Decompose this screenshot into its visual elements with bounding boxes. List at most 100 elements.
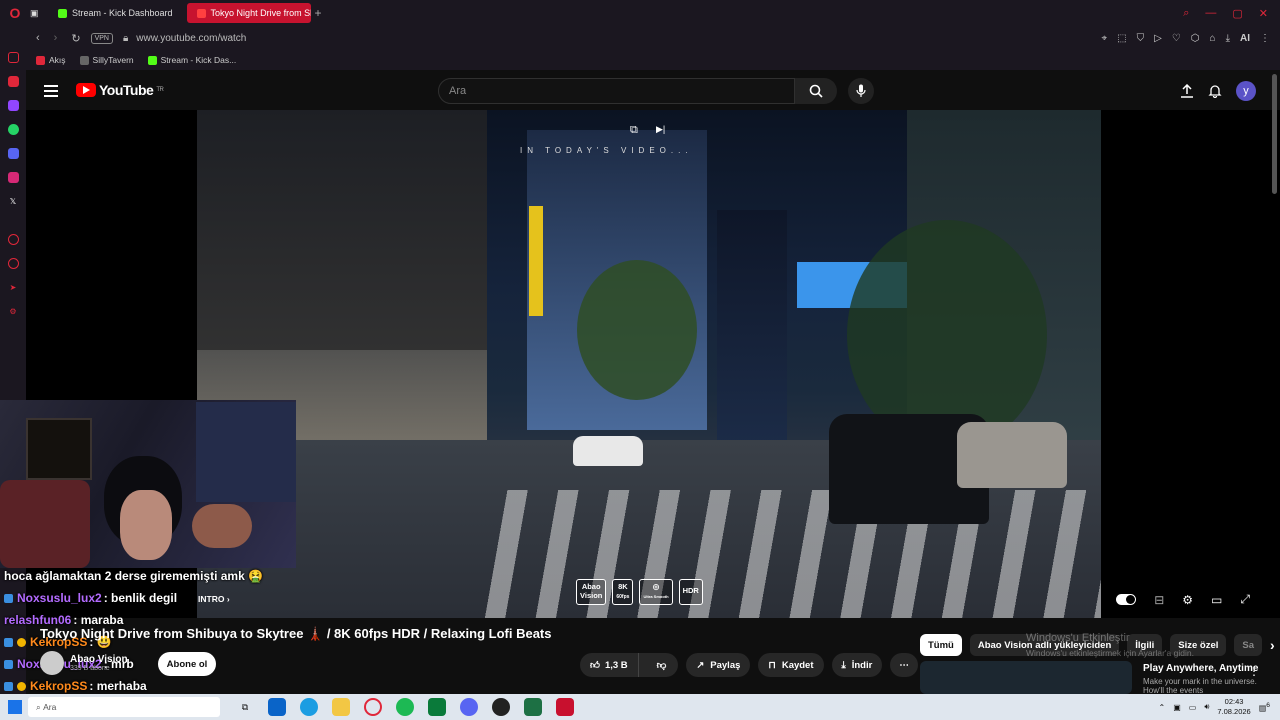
- notifications-bell-icon[interactable]: [1208, 84, 1222, 98]
- youtube-logo[interactable]: YouTube TR: [76, 82, 164, 98]
- theater-mode-icon[interactable]: ▭: [1211, 593, 1222, 607]
- chevron-right-icon[interactable]: ›: [1270, 637, 1275, 653]
- chip-more[interactable]: Sa: [1234, 634, 1263, 656]
- player-icon[interactable]: [7, 234, 19, 245]
- recommendation-thumbnail[interactable]: [920, 661, 1132, 694]
- snapshot-icon[interactable]: ⬚: [1117, 33, 1126, 44]
- channel-name[interactable]: Abao Vision: [70, 654, 128, 665]
- shield-icon[interactable]: ⛉: [1137, 33, 1145, 44]
- pin-icon[interactable]: ⌖: [1102, 33, 1108, 44]
- menu-icon[interactable]: ⋮: [1260, 33, 1270, 44]
- edge-icon[interactable]: [300, 698, 318, 716]
- history-icon[interactable]: [7, 258, 19, 269]
- tray-overflow-icon[interactable]: ⌃: [1158, 703, 1165, 712]
- spotify-icon[interactable]: [396, 698, 414, 716]
- video-tagline: IN TODAY'S VIDEO...: [520, 146, 693, 155]
- close-icon[interactable]: ✕: [1259, 7, 1268, 20]
- pinboard-icon[interactable]: [7, 52, 19, 63]
- volume-icon[interactable]: 🔊︎: [1204, 702, 1209, 712]
- tab-youtube-video[interactable]: Tokyo Night Drive from Shi: [186, 3, 311, 23]
- app-green-icon[interactable]: [428, 698, 446, 716]
- next-icon[interactable]: ▶|: [656, 124, 665, 135]
- channel-info[interactable]: Abao Vision 339 B abone: [40, 651, 128, 675]
- bookmark-kick[interactable]: Stream - Kick Das...: [147, 55, 236, 65]
- outlook-icon[interactable]: [268, 698, 286, 716]
- wallet-icon[interactable]: ⌂: [1210, 33, 1216, 44]
- task-view-icon[interactable]: ⧉: [236, 698, 254, 716]
- save-label: Kaydet: [781, 659, 814, 671]
- tab-ghost[interactable]: ▣: [30, 3, 44, 23]
- twitch-icon[interactable]: [7, 100, 19, 111]
- fullscreen-icon[interactable]: ⤢: [1240, 592, 1250, 607]
- subscribe-button[interactable]: Abone ol: [158, 652, 216, 676]
- reload-icon[interactable]: ↻: [71, 32, 80, 45]
- subtitles-icon[interactable]: ⊟: [1154, 593, 1164, 607]
- back-icon[interactable]: ‹: [36, 32, 40, 45]
- send-icon[interactable]: ➤: [8, 282, 19, 293]
- news-icon[interactable]: [7, 76, 19, 87]
- share-button[interactable]: ↗ Paylaş: [686, 653, 751, 677]
- url-field[interactable]: www.youtube.com/watch: [136, 33, 246, 44]
- settings-icon[interactable]: ⚙: [8, 306, 19, 317]
- thumbs-down-icon: 👎︎: [656, 660, 667, 671]
- forward-icon[interactable]: ›: [54, 32, 58, 45]
- instagram-icon[interactable]: [7, 172, 19, 183]
- more-actions-button[interactable]: ⋯: [890, 653, 918, 677]
- taskbar-search[interactable]: ⌕ Ara: [28, 697, 220, 717]
- chip-all[interactable]: Tümü: [920, 634, 962, 656]
- camera-icon[interactable]: ▣: [1173, 703, 1181, 712]
- settings-gear-icon[interactable]: ⚙: [1182, 593, 1193, 607]
- network-icon[interactable]: ▭: [1189, 703, 1197, 712]
- recommendation-subtitle: Make your mark in the universe. How'll t…: [1143, 677, 1257, 695]
- heart-icon[interactable]: ♡: [1172, 33, 1181, 44]
- download-icon[interactable]: ⤓: [1226, 33, 1230, 44]
- like-button[interactable]: 👍︎ 1,3 B: [580, 653, 639, 677]
- page-scrollbar[interactable]: [1272, 74, 1277, 194]
- discord-icon[interactable]: [7, 148, 19, 159]
- menu-hamburger-icon[interactable]: [44, 85, 58, 97]
- discord-taskbar-icon[interactable]: [460, 698, 478, 716]
- shelf-background: [196, 402, 296, 502]
- account-avatar[interactable]: y: [1236, 81, 1256, 101]
- minimize-icon[interactable]: —: [1205, 7, 1216, 20]
- play-icon[interactable]: ▷: [1154, 33, 1162, 44]
- search-tabs-icon[interactable]: ⌕: [1183, 7, 1189, 20]
- miniplayer-icon[interactable]: ⧉: [630, 124, 638, 137]
- recommendation-title[interactable]: Play Anywhere, Anytime: [1143, 663, 1258, 674]
- aria-ai-button[interactable]: AI: [1240, 33, 1250, 44]
- maximize-icon[interactable]: ▢: [1232, 7, 1242, 20]
- dislike-button[interactable]: 👎︎: [645, 659, 679, 671]
- chat-message: KekropSS : merhaba: [4, 679, 147, 693]
- notifications-icon[interactable]: ▤6: [1259, 702, 1270, 713]
- download-button[interactable]: ⤓ İndir: [831, 653, 883, 677]
- x-icon[interactable]: 𝕏: [8, 196, 19, 207]
- search-button[interactable]: [795, 78, 837, 104]
- tab-kick-dashboard[interactable]: Stream - Kick Dashboard: [48, 3, 183, 23]
- recommendation-menu-icon[interactable]: ⋮: [1248, 664, 1260, 678]
- clock[interactable]: 02:43 7.08.2026: [1217, 697, 1250, 717]
- chapter-button[interactable]: INTRO ›: [198, 594, 230, 604]
- save-button[interactable]: ⊓ Kaydet: [758, 653, 824, 677]
- media-player-icon[interactable]: [556, 698, 574, 716]
- search-input[interactable]: Ara: [438, 78, 795, 104]
- extensions-icon[interactable]: ⬡: [1191, 33, 1200, 44]
- obs-icon[interactable]: [492, 698, 510, 716]
- channel-avatar[interactable]: [40, 651, 64, 675]
- opera-taskbar-icon[interactable]: [364, 698, 382, 716]
- voice-search-button[interactable]: [848, 78, 874, 104]
- chat-text: : benlik degil: [103, 591, 178, 605]
- vpn-badge[interactable]: VPN: [90, 32, 113, 44]
- upload-icon[interactable]: [1180, 84, 1194, 98]
- bookmark-akis[interactable]: Akış: [36, 55, 66, 65]
- excel-icon[interactable]: [524, 698, 542, 716]
- opera-logo-icon[interactable]: O: [0, 5, 30, 21]
- autoplay-toggle[interactable]: [1116, 594, 1137, 605]
- new-tab-button[interactable]: +: [315, 6, 322, 20]
- whatsapp-icon[interactable]: [7, 124, 19, 135]
- windows-start-icon[interactable]: [8, 700, 22, 714]
- file-explorer-icon[interactable]: [332, 698, 350, 716]
- bookmark-sillytavern[interactable]: SillyTavern: [79, 55, 134, 65]
- chat-text: hoca ağlamaktan 2 derse girememişti amk …: [4, 569, 264, 583]
- video-badges: Abao Vision 8K 60fps ◎ Ultra Smooth HDR: [576, 579, 703, 605]
- chapter-label: INTRO: [198, 594, 225, 604]
